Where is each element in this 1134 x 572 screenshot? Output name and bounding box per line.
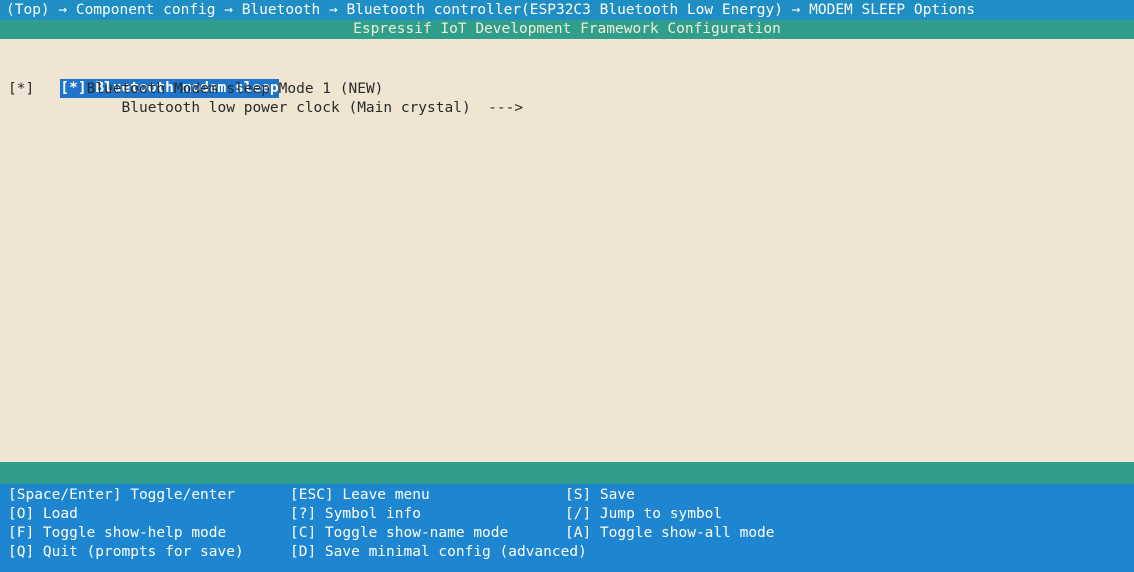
menu-item-label: Bluetooth Modem sleep Mode 1 (NEW) bbox=[86, 81, 384, 97]
menu-item-low-power-clock[interactable]: Bluetooth low power clock (Main crystal)… bbox=[8, 99, 524, 118]
hotkey-show-help: [F] Toggle show-help mode bbox=[8, 525, 227, 541]
hotkey-toggle-enter: [Space/Enter] Toggle/enter bbox=[8, 487, 235, 503]
hotkey-symbol-info: [?] Symbol info bbox=[290, 506, 421, 522]
menu-item-label: Bluetooth low power clock (Main crystal)… bbox=[121, 100, 524, 116]
hotkey-save-minimal: [D] Save minimal config (advanced) bbox=[290, 544, 587, 560]
hotkey-quit: [Q] Quit (prompts for save) bbox=[8, 544, 244, 560]
breadcrumb: (Top) → Component config → Bluetooth → B… bbox=[0, 0, 1134, 20]
keybinding-help: [Space/Enter] Toggle/enter [ESC] Leave m… bbox=[0, 484, 1134, 572]
checkbox-state: [*] bbox=[8, 81, 35, 97]
separator-bar bbox=[0, 462, 1134, 484]
help-row: [Space/Enter] Toggle/enter [ESC] Leave m… bbox=[8, 486, 635, 505]
help-row: [Q] Quit (prompts for save) [D] Save min… bbox=[8, 543, 587, 562]
menu-item-modem-sleep-mode-1[interactable]: [*] Bluetooth Modem sleep Mode 1 (NEW) bbox=[8, 80, 383, 99]
hotkey-show-all: [A] Toggle show-all mode bbox=[565, 525, 775, 541]
menu-list: [*] Bluetooth modem sleep [*] Bluetooth … bbox=[0, 39, 1134, 462]
menuconfig-screen: (Top) → Component config → Bluetooth → B… bbox=[0, 0, 1134, 572]
hotkey-leave-menu: [ESC] Leave menu bbox=[290, 487, 430, 503]
hotkey-load: [O] Load bbox=[8, 506, 78, 522]
menu-item-bluetooth-modem-sleep[interactable]: [*] Bluetooth modem sleep bbox=[8, 60, 279, 98]
help-row: [F] Toggle show-help mode [C] Toggle sho… bbox=[8, 524, 775, 543]
hotkey-jump-to-symbol: [/] Jump to symbol bbox=[565, 506, 723, 522]
hotkey-show-name: [C] Toggle show-name mode bbox=[290, 525, 509, 541]
help-row: [O] Load [?] Symbol info [/] Jump to sym… bbox=[8, 505, 722, 524]
page-title: Espressif IoT Development Framework Conf… bbox=[0, 20, 1134, 39]
hotkey-save: [S] Save bbox=[565, 487, 635, 503]
